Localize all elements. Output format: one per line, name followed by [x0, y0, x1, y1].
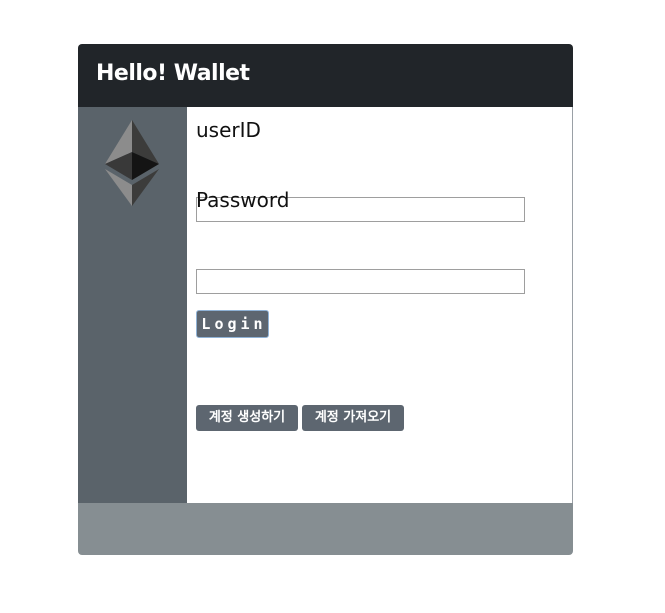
create-account-button[interactable]: 계정 생성하기: [196, 405, 298, 431]
panel-header: Hello! Wallet: [78, 44, 573, 107]
userid-label: userID: [196, 118, 261, 142]
sidebar: [78, 107, 187, 503]
password-input[interactable]: [196, 269, 525, 294]
page-title: Hello! Wallet: [96, 61, 250, 86]
password-label: Password: [196, 188, 290, 212]
panel-footer: [78, 503, 573, 555]
import-account-button[interactable]: 계정 가져오기: [302, 405, 404, 431]
login-button[interactable]: Login: [196, 310, 269, 338]
ethereum-logo-icon: [105, 120, 159, 206]
login-content: userID Password Login: [187, 107, 573, 503]
wallet-panel: Hello! Wallet userID Password Login: [78, 44, 573, 555]
